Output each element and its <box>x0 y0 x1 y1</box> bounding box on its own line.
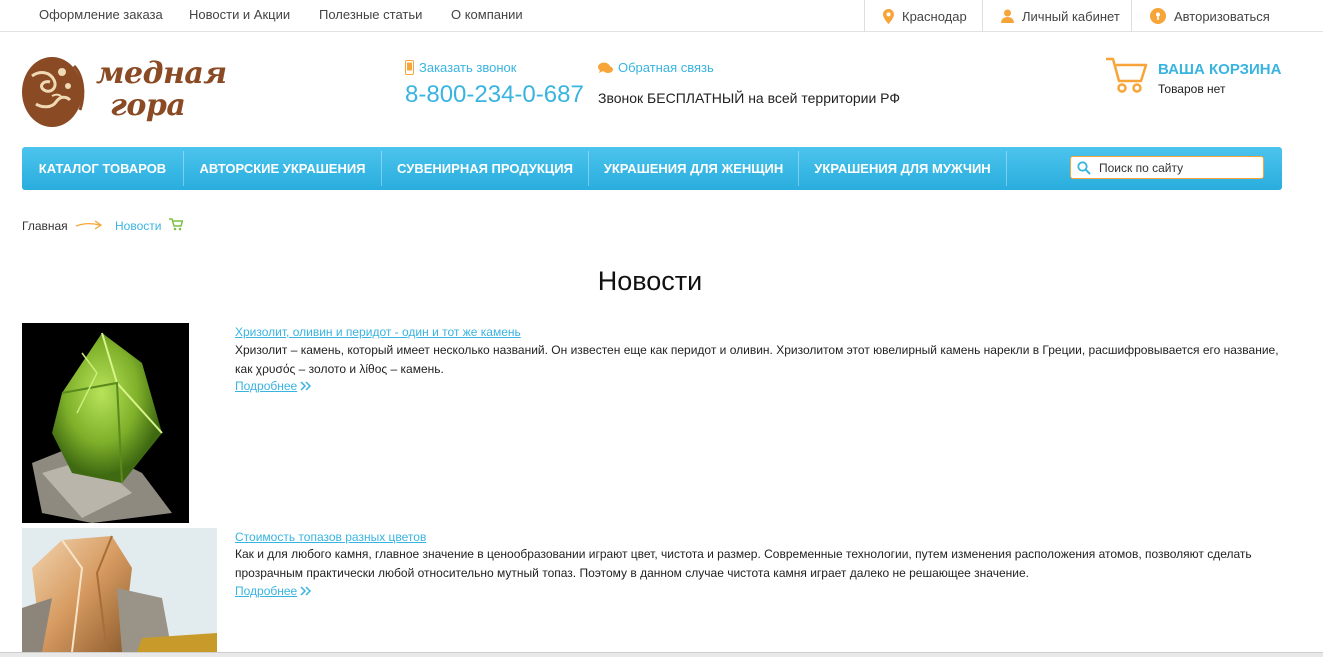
free-call-note: Звонок БЕСПЛАТНЫЙ на всей территории РФ <box>598 90 900 106</box>
nav-divider <box>1006 151 1007 186</box>
chat-bubbles-icon <box>598 62 613 73</box>
logo-emblem-icon <box>22 57 85 127</box>
breadcrumb-home[interactable]: Главная <box>22 219 68 233</box>
nav-catalog[interactable]: КАТАЛОГ ТОВАРОВ <box>22 147 183 190</box>
article-title[interactable]: Хризолит, оливин и перидот - один и тот … <box>235 325 521 339</box>
cart-icon[interactable] <box>1104 55 1148 100</box>
nav-souvenirs[interactable]: СУВЕНИРНАЯ ПРОДУКЦИЯ <box>382 147 588 190</box>
search-input[interactable] <box>1099 158 1259 177</box>
cart-title[interactable]: ВАША КОРЗИНА <box>1158 61 1281 78</box>
main-nav: КАТАЛОГ ТОВАРОВ АВТОРСКИЕ УКРАШЕНИЯ СУВЕ… <box>22 147 1282 190</box>
top-nav-articles[interactable]: Полезные статьи <box>319 7 422 22</box>
callback-link[interactable]: Заказать звонок <box>405 60 516 75</box>
peridot-image <box>22 323 189 523</box>
callback-label: Заказать звонок <box>419 60 517 75</box>
key-icon <box>1150 8 1166 24</box>
logo-line-2: гора <box>110 88 186 123</box>
page-title: Новости <box>597 266 703 296</box>
logo-line-1: медная <box>96 56 227 91</box>
account-label: Личный кабинет <box>1022 8 1120 24</box>
nav-mens-jewelry[interactable]: УКРАШЕНИЯ ДЛЯ МУЖЧИН <box>799 147 1006 190</box>
horizontal-scrollbar[interactable] <box>0 652 1323 657</box>
feedback-link[interactable]: Обратная связь <box>598 60 714 75</box>
breadcrumb-cart-icon <box>169 218 183 231</box>
breadcrumb-current: Новости <box>115 219 162 233</box>
phone-number[interactable]: 8-800-234-0-687 <box>405 81 584 109</box>
double-chevron-right-icon <box>300 586 312 596</box>
mobile-phone-icon <box>405 60 414 75</box>
article-image[interactable] <box>22 528 217 652</box>
city-selector[interactable]: Краснодар <box>864 0 982 32</box>
article-more-label: Подробнее <box>235 584 298 598</box>
article-text: Как и для любого камня, главное значение… <box>235 547 1252 580</box>
city-label: Краснодар <box>902 8 967 24</box>
article-image[interactable] <box>22 323 189 523</box>
login-label: Авторизоваться <box>1174 8 1270 24</box>
logo-wordmark: медная гора <box>96 58 227 122</box>
location-pin-icon <box>883 8 894 24</box>
login-link[interactable]: Авторизоваться <box>1131 0 1323 32</box>
article-title[interactable]: Стоимость топазов разных цветов <box>235 530 426 544</box>
breadcrumb-arrow-icon <box>75 220 103 230</box>
article-more-label: Подробнее <box>235 379 298 393</box>
cart-status: Товаров нет <box>1158 82 1226 96</box>
search-icon[interactable] <box>1077 161 1091 175</box>
feedback-label: Обратная связь <box>618 60 714 75</box>
article-more-link[interactable]: Подробнее <box>235 584 312 598</box>
topaz-image <box>22 528 217 652</box>
top-nav-order[interactable]: Оформление заказа <box>39 7 163 22</box>
article-more-link[interactable]: Подробнее <box>235 379 312 393</box>
top-bar: Оформление заказа Новости и Акции Полезн… <box>0 0 1323 32</box>
double-chevron-right-icon <box>300 381 312 391</box>
top-nav-news[interactable]: Новости и Акции <box>189 7 290 22</box>
article-text: Хризолит – камень, который имеет несколь… <box>235 343 1279 376</box>
nav-womens-jewelry[interactable]: УКРАШЕНИЯ ДЛЯ ЖЕНЩИН <box>589 147 798 190</box>
nav-author-jewelry[interactable]: АВТОРСКИЕ УКРАШЕНИЯ <box>184 147 381 190</box>
top-nav-about[interactable]: О компании <box>451 7 523 22</box>
user-icon <box>1001 9 1014 23</box>
search-box[interactable] <box>1070 156 1264 179</box>
account-link[interactable]: Личный кабинет <box>982 0 1131 32</box>
